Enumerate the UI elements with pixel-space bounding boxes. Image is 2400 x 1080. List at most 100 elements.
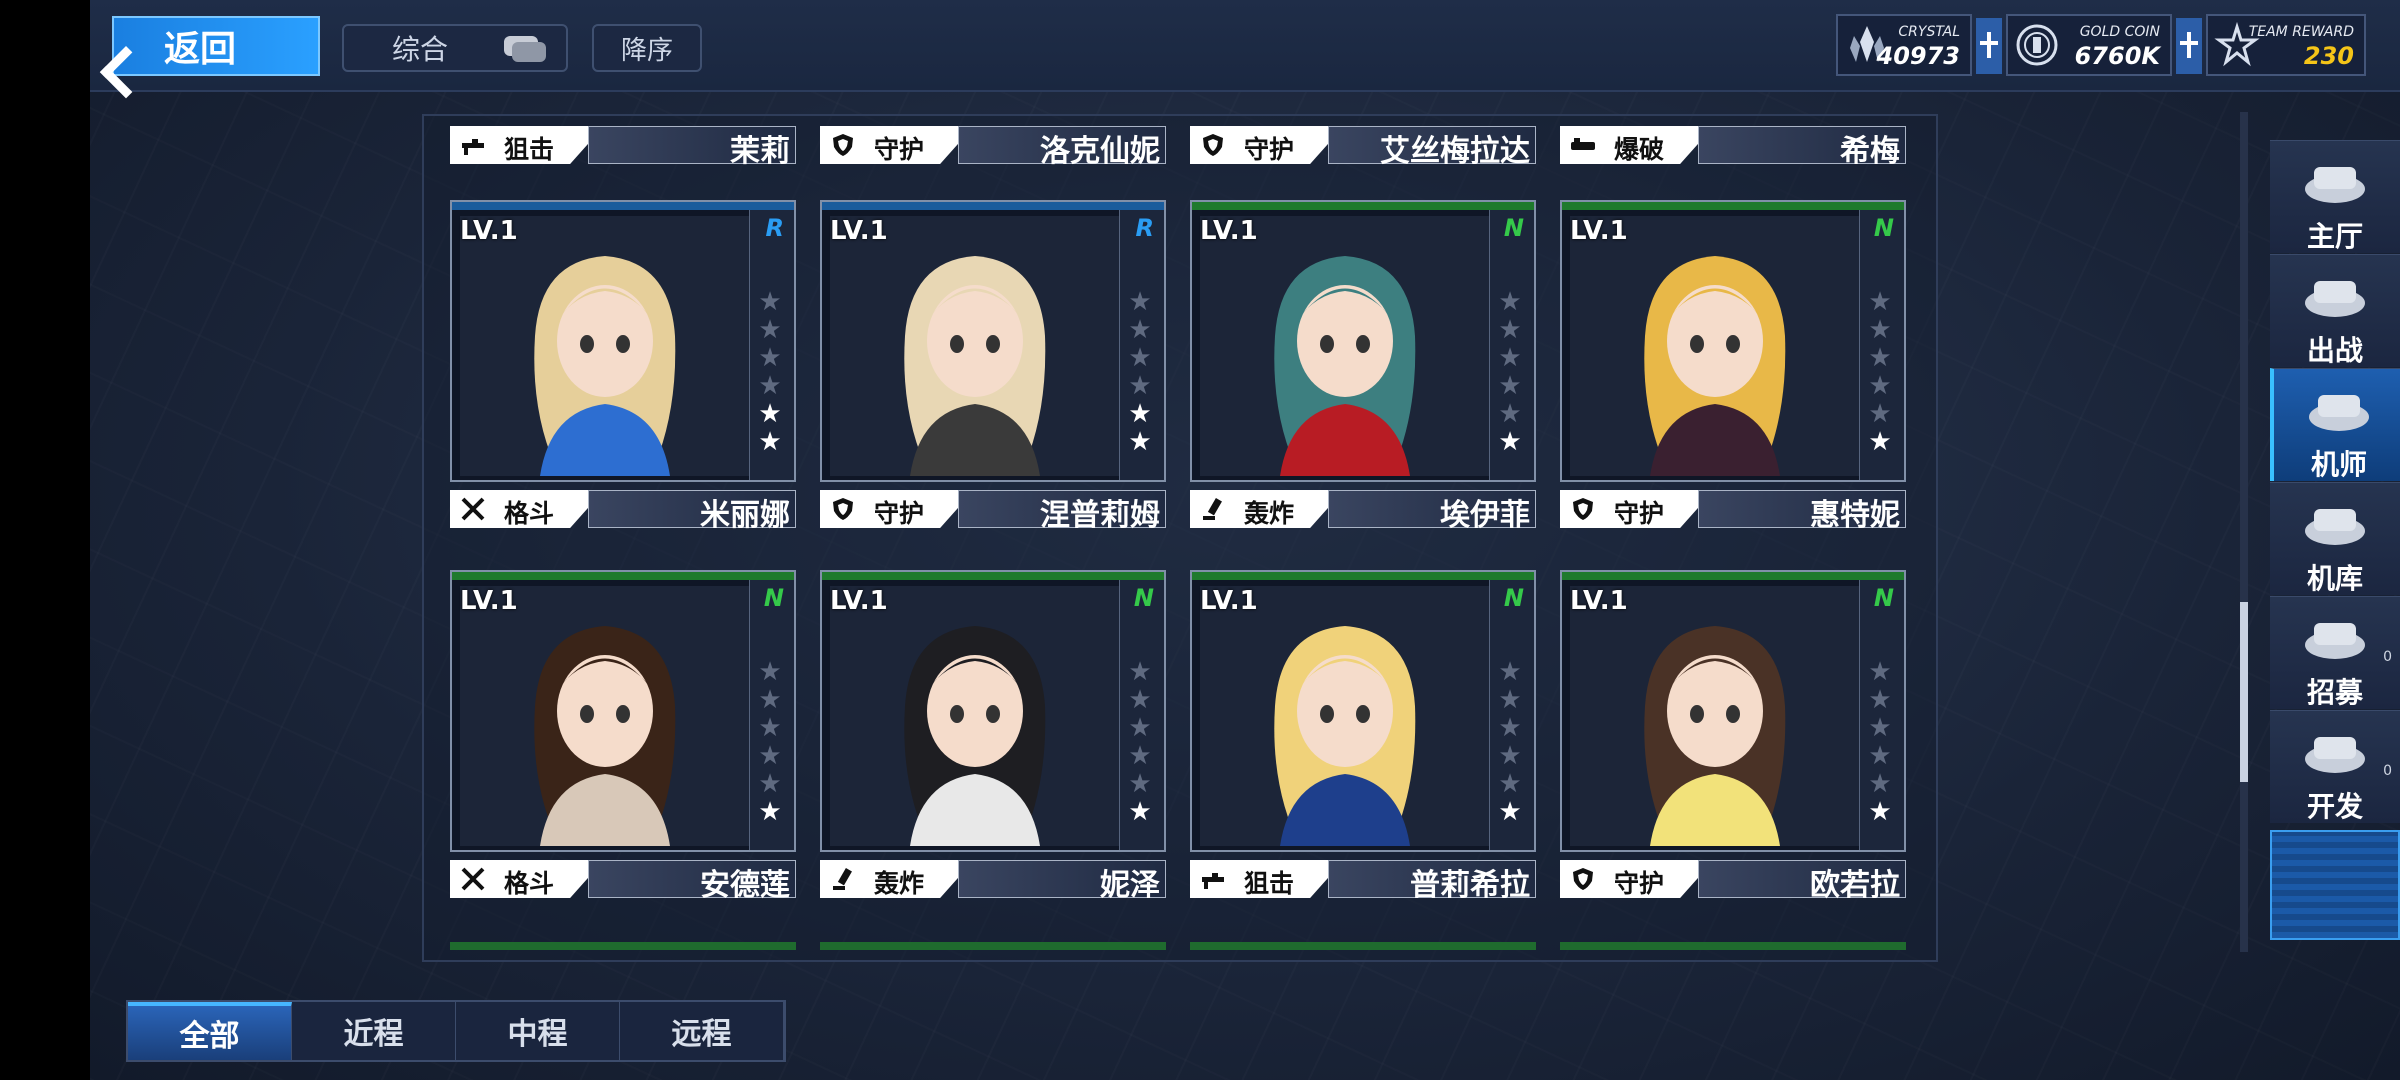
portrait-frame [830, 216, 1120, 476]
class-badge: 狙击 [1190, 860, 1344, 898]
star-icon: ★ [758, 371, 782, 401]
class-badge: 守护 [1560, 490, 1714, 528]
star-icon: ★ [1128, 287, 1152, 317]
rarity-bar [1192, 572, 1534, 580]
rarity-bar [1562, 202, 1904, 210]
class-label: 格斗 [504, 499, 555, 528]
pilot-portrait [460, 216, 750, 476]
pilot-tag[interactable]: 格斗 安德莲 [450, 858, 796, 903]
star-icon: ★ [758, 287, 782, 317]
portrait-frame [460, 216, 750, 476]
star-icon: ★ [758, 399, 782, 429]
pilot-card[interactable]: LV.1 R ★ ★ ★ ★ ★ ★ [820, 200, 1166, 482]
pilot-card[interactable]: LV.1 N ★ ★ ★ ★ ★ ★ [1560, 570, 1906, 852]
gold-coin-value: 6760K [2074, 42, 2160, 70]
team-reward-counter: TEAM REWARD 230 [2206, 14, 2366, 76]
star-icon: ★ [1128, 797, 1152, 827]
pilot-tag[interactable]: 守护 洛克仙妮 [820, 124, 1166, 169]
pilot-card[interactable]: LV.1 N ★ ★ ★ ★ ★ ★ [820, 570, 1166, 852]
star-icon: ★ [1128, 343, 1152, 373]
pilot-card[interactable]: LV.1 N ★ ★ ★ ★ ★ ★ [450, 570, 796, 852]
back-button-label: 返回 [164, 29, 237, 70]
class-icon [1570, 132, 1596, 158]
rarity-label: R [1135, 214, 1154, 242]
sortie-icon [2300, 263, 2370, 325]
level-label: LV.1 [830, 586, 888, 616]
level-label: LV.1 [830, 216, 888, 246]
portrait-frame [1570, 216, 1860, 476]
pilot-tag[interactable]: 格斗 米丽娜 [450, 488, 796, 533]
star-icon: ★ [1128, 657, 1152, 687]
star-icon: ★ [758, 797, 782, 827]
crystal-add-button[interactable] [1976, 18, 2002, 74]
pilot-grid: 狙击 茉莉 守护 洛克仙妮 守护 艾丝梅拉达 爆破 希梅 LV.1 R ★ ★ ★ ★ [422, 114, 1938, 962]
nav-badge: 0 [2383, 649, 2392, 665]
pilot-name: 洛克仙妮 [1040, 134, 1160, 169]
portrait-frame [1200, 216, 1490, 476]
gold-coin-icon [2016, 24, 2058, 66]
crystal-label: CRYSTAL [1898, 24, 1960, 40]
rarity-bar [822, 202, 1164, 210]
nav-hangar[interactable]: 机库 [2270, 482, 2400, 595]
star-icon: ★ [758, 769, 782, 799]
star-icon: ★ [1498, 287, 1522, 317]
rarity-label: N [1873, 584, 1894, 612]
scrollbar-thumb[interactable] [2240, 602, 2248, 782]
nav-label: 主厅 [2306, 220, 2363, 253]
nav-label: 机师 [2310, 448, 2367, 481]
pilot-card[interactable]: LV.1 N ★ ★ ★ ★ ★ ★ [1190, 570, 1536, 852]
pilot-card[interactable]: LV.1 N ★ ★ ★ ★ ★ ★ [1190, 200, 1536, 482]
next-row-card-edge [450, 942, 796, 950]
right-nav: 主厅 出战 机师 机库 招募 0 开发 0 [2270, 140, 2400, 940]
class-label: 守护 [1614, 499, 1665, 528]
pilot-tag[interactable]: 守护 欧若拉 [1560, 858, 1906, 903]
pilot-tag[interactable]: 爆破 希梅 [1560, 124, 1906, 169]
pilot-portrait [460, 586, 750, 846]
nav-hall[interactable]: 主厅 [2270, 140, 2400, 253]
range-tabs: 全部 近程 中程 远程 [126, 1000, 786, 1062]
star-icon: ★ [1128, 741, 1152, 771]
pilot-tag[interactable]: 狙击 茉莉 [450, 124, 796, 169]
star-icon: ★ [1498, 741, 1522, 771]
tab-all[interactable]: 全部 [128, 1002, 292, 1060]
nav-sortie[interactable]: 出战 [2270, 254, 2400, 367]
nav-recruit[interactable]: 招募 0 [2270, 596, 2400, 709]
star-icon: ★ [1128, 399, 1152, 429]
pilot-tag[interactable]: 守护 艾丝梅拉达 [1190, 124, 1536, 169]
back-button[interactable]: 返回 [112, 16, 320, 76]
filter-button[interactable]: 综合 [342, 24, 568, 72]
pilot-tag[interactable]: 轰炸 埃伊菲 [1190, 488, 1536, 533]
rarity-label: N [1133, 584, 1154, 612]
scrollbar[interactable] [2240, 112, 2248, 952]
pilot-tag[interactable]: 轰炸 妮泽 [820, 858, 1166, 903]
star-icon: ★ [1868, 399, 1892, 429]
pilot-tag[interactable]: 狙击 普莉希拉 [1190, 858, 1536, 903]
tab-ranged[interactable]: 远程 [620, 1002, 784, 1060]
star-icon: ★ [1128, 371, 1152, 401]
class-badge: 格斗 [450, 860, 604, 898]
star-rating: ★ ★ ★ ★ ★ ★ [1866, 288, 1894, 456]
class-badge: 狙击 [450, 126, 604, 164]
nav-pilot[interactable]: 机师 [2270, 368, 2400, 481]
level-label: LV.1 [1200, 586, 1258, 616]
tab-melee[interactable]: 近程 [292, 1002, 456, 1060]
pilot-card[interactable]: LV.1 R ★ ★ ★ ★ ★ ★ [450, 200, 796, 482]
star-rating: ★ ★ ★ ★ ★ ★ [1496, 658, 1524, 826]
class-icon [460, 496, 486, 522]
star-icon: ★ [1128, 427, 1152, 457]
nav-develop[interactable]: 开发 0 [2270, 710, 2400, 823]
pilot-card[interactable]: LV.1 N ★ ★ ★ ★ ★ ★ [1560, 200, 1906, 482]
star-icon: ★ [1868, 797, 1892, 827]
pilot-tag[interactable]: 守护 涅普莉姆 [820, 488, 1166, 533]
rarity-bar [452, 202, 794, 210]
star-icon: ★ [758, 713, 782, 743]
sort-button[interactable]: 降序 [592, 24, 702, 72]
nav-extra-panel[interactable] [2270, 830, 2400, 940]
class-badge: 守护 [820, 490, 974, 528]
pilot-name: 茉莉 [730, 134, 790, 169]
level-label: LV.1 [1570, 586, 1628, 616]
pilot-tag[interactable]: 守护 惠特妮 [1560, 488, 1906, 533]
gold-coin-add-button[interactable] [2176, 18, 2202, 74]
tab-mid[interactable]: 中程 [456, 1002, 620, 1060]
star-icon: ★ [758, 657, 782, 687]
